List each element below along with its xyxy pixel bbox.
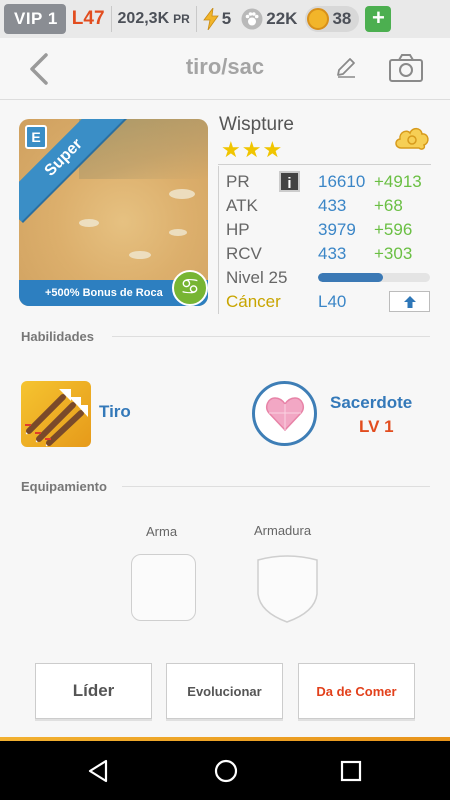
top-status-bar: VIP 1 L47 202,3K PR 5 22K 38 +	[0, 0, 450, 38]
divider	[218, 166, 219, 314]
nav-recent-icon[interactable]	[338, 758, 364, 784]
card-art-rock	[169, 189, 195, 199]
player-power: 202,3K PR	[118, 10, 190, 28]
weapon-label: Arma	[146, 524, 178, 539]
zodiac-sign-label: Cáncer	[226, 292, 281, 311]
card-art-rock	[169, 229, 187, 236]
cancer-icon: ♋	[172, 270, 208, 306]
skill-name-tiro[interactable]: Tiro	[99, 402, 131, 422]
monster-card[interactable]: Super E +500% Bonus de Roca ♋	[19, 119, 208, 306]
zodiac-upgrade-button[interactable]	[389, 291, 430, 312]
equipment-section-title: Equipamiento	[21, 479, 107, 494]
arrows-icon	[25, 389, 88, 447]
coin-icon	[307, 8, 330, 30]
player-level: L47	[71, 8, 105, 29]
lightning-icon	[202, 8, 219, 30]
stat-label-atk: ATK	[226, 196, 258, 215]
armor-label: Armadura	[254, 523, 312, 538]
level-progress-fill	[318, 273, 383, 282]
tiro-skill-icon[interactable]	[21, 381, 91, 447]
up-arrow-icon	[403, 295, 416, 308]
player-power-unit: PR	[173, 12, 190, 26]
cloud-icon[interactable]	[393, 124, 431, 152]
stat-label-rcv: RCV	[226, 244, 262, 263]
heart-icon	[265, 396, 304, 431]
coin-counter[interactable]: 38	[305, 6, 360, 32]
energy-value: 5	[221, 9, 232, 28]
skills-section-title: Habilidades	[21, 329, 94, 344]
stat-bonus-rcv: +303	[374, 244, 413, 263]
stat-value-atk: 433	[318, 196, 347, 215]
divider	[122, 486, 430, 487]
stat-value-hp: 3979	[318, 220, 356, 239]
energy-counter[interactable]: 5	[202, 8, 232, 30]
info-icon[interactable]: i	[279, 171, 300, 192]
feed-button[interactable]: Da de Comer	[298, 663, 415, 719]
card-art-rock	[129, 251, 151, 259]
divider	[110, 6, 112, 32]
player-power-value: 202,3K	[117, 10, 170, 27]
sacerdote-skill-icon[interactable]	[252, 381, 317, 446]
level-label: Nivel 25	[226, 268, 288, 287]
page-header: tiro/sac	[0, 38, 450, 100]
zodiac-sign-level: L40	[318, 292, 347, 311]
system-nav-bar	[0, 741, 450, 800]
nav-home-icon[interactable]	[213, 758, 239, 784]
stat-label-pr: PR	[226, 172, 250, 191]
stat-bonus-atk: +68	[374, 196, 403, 215]
coin-value: 38	[332, 9, 352, 28]
armor-slot[interactable]	[255, 554, 320, 624]
monster-name: Wispture	[219, 114, 294, 135]
page-title: tiro/sac	[185, 54, 265, 79]
stat-label-hp: HP	[226, 220, 250, 239]
stat-bonus-hp: +596	[374, 220, 413, 239]
leader-button[interactable]: Líder	[35, 663, 152, 719]
divider	[218, 164, 431, 165]
add-coins-button[interactable]: +	[365, 6, 392, 32]
nav-back-icon[interactable]	[86, 758, 112, 784]
level-progress-bar	[318, 273, 430, 282]
paw-counter[interactable]: 22K	[241, 8, 297, 30]
stat-bonus-pr: +4913	[374, 172, 422, 191]
rarity-stars: ★★★	[221, 137, 284, 162]
stat-value-rcv: 433	[318, 244, 347, 263]
evolve-button[interactable]: Evolucionar	[166, 663, 283, 719]
card-code-badge: E	[25, 125, 47, 149]
divider	[195, 6, 197, 32]
skill-name-sacerdote[interactable]: Sacerdote	[330, 393, 412, 413]
skill-level-sacerdote: LV 1	[359, 417, 394, 436]
vip-badge[interactable]: VIP 1	[4, 4, 66, 34]
divider	[112, 336, 430, 337]
card-art-rock	[79, 219, 99, 227]
paw-icon	[241, 8, 263, 30]
camera-icon[interactable]	[388, 53, 424, 83]
pencil-icon[interactable]	[335, 56, 357, 78]
stat-value-pr: 16610	[318, 172, 366, 191]
paw-value: 22K	[266, 9, 298, 28]
weapon-slot[interactable]	[131, 554, 196, 621]
